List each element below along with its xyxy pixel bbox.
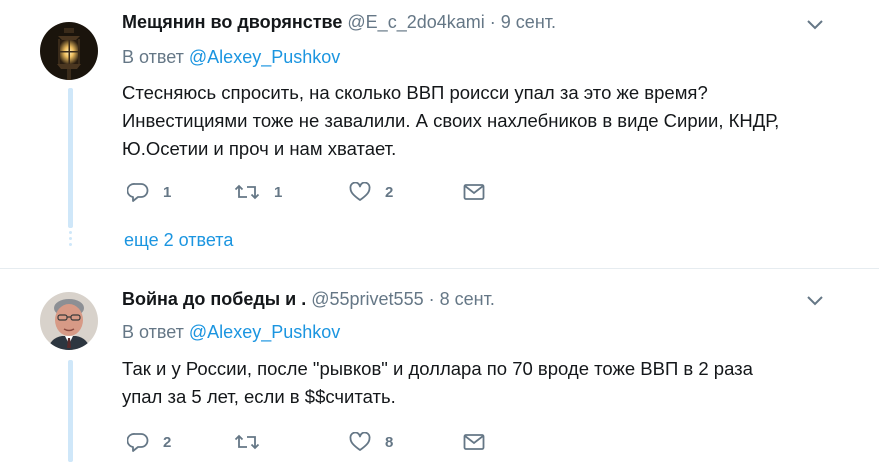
author-handle[interactable]: @E_c_2do4kami [347, 12, 484, 32]
dm-icon [463, 434, 485, 450]
text-line: Так и у России, после "рывков" и доллара… [122, 358, 753, 379]
reply-icon [127, 183, 149, 202]
reply-handle-link[interactable]: @Alexey_Pushkov [189, 47, 340, 67]
tweet-actions: 2 8 [127, 430, 507, 454]
tweet-text: Так и у России, после "рывков" и доллара… [122, 355, 822, 411]
text-line: Ю.Осетии и проч и нам хватает. [122, 138, 397, 159]
thread-dots [69, 231, 73, 249]
tweet: Мещянин во дворянстве @E_c_2do4kami · 9 … [0, 0, 879, 268]
dm-icon [463, 184, 485, 200]
reply-handle-link[interactable]: @Alexey_Pushkov [189, 322, 340, 342]
retweet-button[interactable] [234, 430, 260, 454]
tweet: Война до победы и . @55privet555 · 8 сен… [0, 270, 879, 462]
text-line: Стесняюсь спросить, на сколько ВВП роисс… [122, 82, 708, 103]
text-line: упал за 5 лет, если в $$считать. [122, 386, 396, 407]
like-icon [349, 432, 371, 451]
dm-button[interactable] [463, 430, 485, 454]
like-button[interactable]: 2 [349, 180, 393, 204]
reply-to: В ответ @Alexey_Pushkov [122, 47, 340, 68]
like-count: 8 [385, 433, 394, 451]
reply-icon [127, 433, 149, 452]
man-portrait-avatar[interactable] [40, 292, 98, 350]
chevron-down-icon[interactable] [807, 296, 823, 306]
thread-line [68, 88, 73, 228]
reply-to: В ответ @Alexey_Pushkov [122, 322, 340, 343]
tweet-text: Стесняюсь спросить, на сколько ВВП роисс… [122, 79, 822, 163]
separator: · [489, 12, 496, 32]
reply-prefix: В ответ [122, 47, 184, 67]
reply-button[interactable]: 2 [127, 430, 171, 454]
reply-button[interactable]: 1 [127, 180, 171, 204]
tweet-date[interactable]: 8 сент. [440, 289, 495, 309]
retweet-count: 1 [274, 183, 283, 201]
like-count: 2 [385, 183, 394, 201]
chevron-down-icon[interactable] [807, 20, 823, 30]
thread-line [68, 360, 73, 462]
author-name[interactable]: Война до победы и . [122, 289, 306, 309]
retweet-icon [234, 184, 260, 200]
tweet-header: Война до победы и . @55privet555 · 8 сен… [122, 289, 495, 310]
more-replies-link[interactable]: еще 2 ответа [124, 230, 233, 251]
tweet-actions: 1 1 2 [127, 180, 507, 204]
like-button[interactable]: 8 [349, 430, 393, 454]
retweet-button[interactable]: 1 [234, 180, 282, 204]
tweet-date[interactable]: 9 сент. [501, 12, 556, 32]
author-handle[interactable]: @55privet555 [311, 289, 423, 309]
tweet-header: Мещянин во дворянстве @E_c_2do4kami · 9 … [122, 12, 556, 33]
dm-button[interactable] [463, 180, 485, 204]
separator: · [428, 289, 435, 309]
reply-prefix: В ответ [122, 322, 184, 342]
divider [0, 268, 879, 269]
author-name[interactable]: Мещянин во дворянстве [122, 12, 342, 32]
reply-count: 1 [163, 183, 172, 201]
reply-count: 2 [163, 433, 172, 451]
text-line: Инвестициями тоже не завалили. А своих н… [122, 110, 780, 131]
lantern-avatar[interactable] [40, 22, 98, 80]
retweet-icon [234, 434, 260, 450]
like-icon [349, 182, 371, 201]
